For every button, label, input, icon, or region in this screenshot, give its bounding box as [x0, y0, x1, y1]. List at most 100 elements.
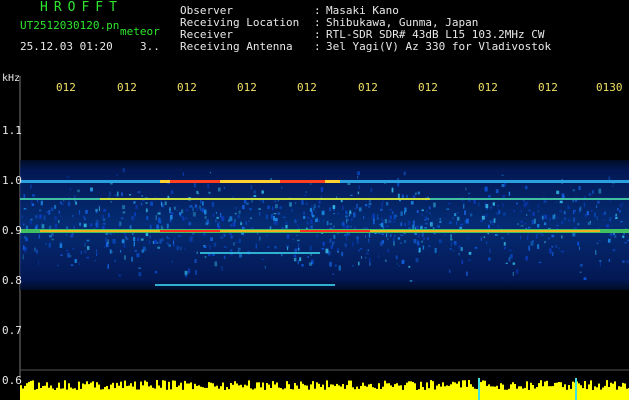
noise-speckle — [621, 202, 624, 206]
level-bar — [226, 387, 228, 400]
noise-speckle — [517, 223, 519, 226]
noise-speckle — [39, 209, 42, 212]
noise-speckle — [95, 219, 99, 224]
noise-speckle — [29, 220, 32, 225]
noise-speckle — [398, 265, 400, 267]
level-bar — [40, 388, 42, 400]
level-bar — [584, 381, 586, 400]
noise-speckle — [156, 241, 159, 244]
noise-speckle — [598, 188, 602, 194]
noise-speckle — [248, 220, 250, 223]
level-bar — [364, 385, 366, 400]
noise-speckle — [392, 220, 396, 223]
noise-speckle — [217, 223, 219, 228]
noise-speckle — [391, 211, 394, 214]
level-bar — [414, 383, 416, 400]
noise-speckle — [30, 184, 32, 189]
noise-speckle — [578, 246, 581, 251]
noise-speckle — [505, 262, 508, 264]
noise-speckle — [66, 249, 69, 252]
level-bar — [208, 382, 210, 400]
level-bar — [516, 388, 518, 400]
noise-speckle — [237, 247, 241, 251]
file-name: UT2512030120.pn — [20, 19, 120, 32]
noise-speckle — [554, 213, 556, 217]
noise-speckle — [523, 222, 527, 225]
level-bar — [346, 385, 348, 400]
noise-speckle — [86, 239, 90, 242]
level-bar — [422, 387, 424, 400]
level-bar — [246, 385, 248, 400]
level-bar — [200, 386, 202, 400]
level-bar — [504, 389, 506, 400]
level-bar — [164, 380, 166, 400]
level-bar — [356, 386, 358, 400]
noise-speckle — [473, 200, 476, 204]
noise-speckle — [417, 191, 420, 195]
noise-speckle — [333, 234, 336, 239]
noise-speckle — [154, 270, 158, 274]
noise-speckle — [212, 213, 215, 217]
level-bar — [204, 387, 206, 400]
noise-speckle — [403, 171, 406, 176]
noise-speckle — [342, 221, 345, 226]
noise-speckle — [560, 221, 564, 224]
time-tick-7: 012 — [418, 81, 438, 94]
noise-speckle — [166, 242, 169, 245]
noise-speckle — [449, 221, 452, 224]
noise-speckle — [202, 201, 204, 206]
level-bar — [146, 381, 148, 400]
noise-speckle — [468, 259, 471, 261]
noise-speckle — [321, 247, 325, 250]
level-bar — [250, 388, 252, 400]
noise-speckle — [486, 241, 488, 245]
level-bar — [210, 382, 212, 400]
noise-speckle — [346, 225, 350, 228]
level-bar — [52, 388, 54, 400]
noise-speckle — [489, 206, 493, 209]
noise-speckle — [102, 222, 106, 225]
level-bar — [448, 385, 450, 400]
noise-speckle — [95, 249, 98, 252]
noise-speckle — [609, 217, 612, 222]
level-bar — [46, 382, 48, 400]
noise-speckle — [389, 209, 392, 211]
noise-speckle — [470, 213, 473, 217]
level-bar — [592, 390, 594, 400]
noise-speckle — [415, 192, 417, 195]
level-bar — [94, 387, 96, 400]
noise-speckle — [556, 190, 560, 195]
noise-speckle — [579, 206, 582, 211]
noise-speckle — [131, 216, 133, 219]
noise-speckle — [83, 223, 87, 228]
level-bar — [586, 389, 588, 400]
noise-speckle — [532, 212, 535, 216]
noise-speckle — [121, 192, 123, 197]
noise-speckle — [606, 224, 610, 228]
noise-speckle — [39, 214, 42, 219]
noise-speckle — [140, 238, 144, 241]
noise-speckle — [480, 237, 483, 241]
noise-speckle — [520, 209, 523, 213]
noise-speckle — [207, 183, 209, 189]
noise-speckle — [157, 212, 161, 215]
level-bar — [520, 386, 522, 400]
noise-speckle — [133, 241, 135, 247]
level-bar — [626, 388, 628, 400]
level-bar — [444, 386, 446, 400]
noise-speckle — [439, 217, 441, 221]
noise-speckle — [189, 205, 193, 208]
noise-speckle — [291, 209, 293, 213]
noise-speckle — [83, 217, 86, 221]
level-bar — [570, 388, 572, 400]
antenna-colon: : — [314, 40, 321, 53]
level-bar — [468, 380, 470, 400]
level-bar — [432, 381, 434, 400]
noise-speckle — [209, 171, 212, 174]
noise-speckle — [173, 240, 175, 245]
noise-speckle — [401, 259, 405, 264]
noise-speckle — [400, 222, 402, 227]
level-bar — [394, 384, 396, 400]
noise-speckle — [457, 216, 460, 221]
level-bar — [562, 387, 564, 400]
